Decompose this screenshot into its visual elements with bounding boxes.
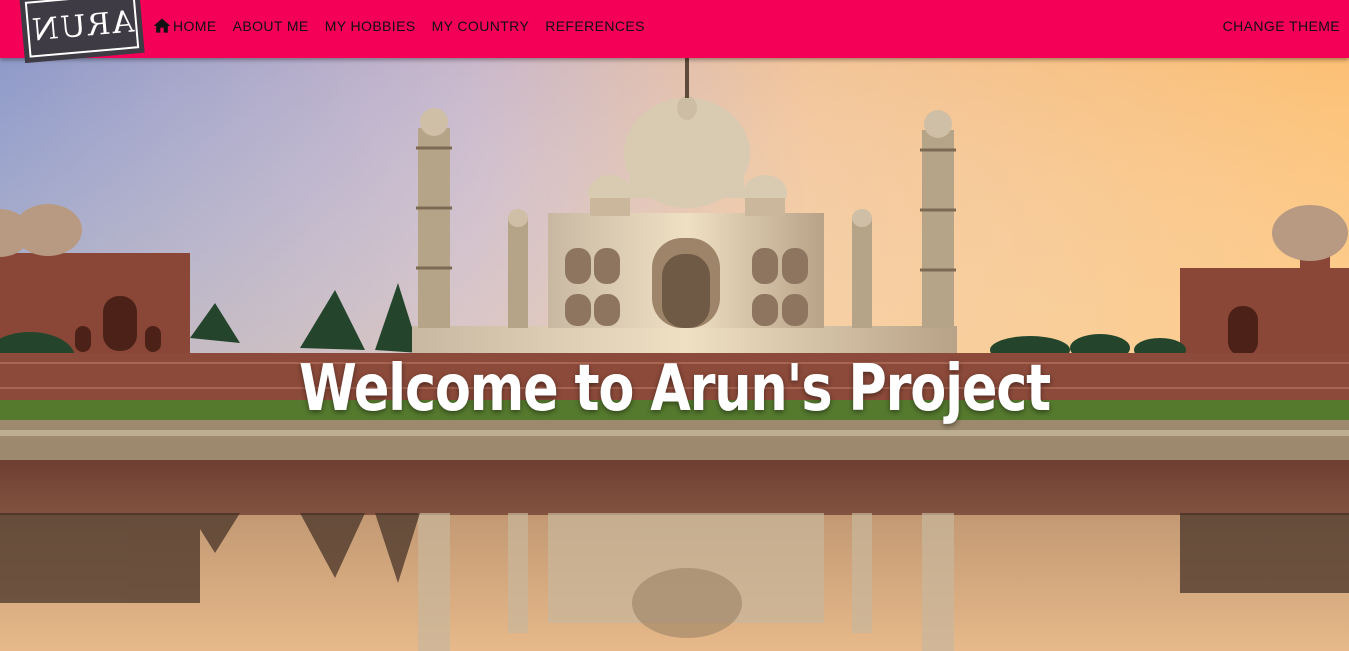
nav-about-me-label: ABOUT ME: [232, 18, 309, 34]
main-nav: HOME ABOUT ME MY HOBBIES MY COUNTRY REFE…: [152, 0, 653, 52]
home-icon: [152, 16, 172, 36]
nav-my-hobbies[interactable]: MY HOBBIES: [317, 8, 424, 44]
change-theme-button[interactable]: CHANGE THEME: [1223, 8, 1340, 44]
nav-my-country-label: MY COUNTRY: [431, 18, 530, 34]
nav-references-label: REFERENCES: [545, 18, 645, 34]
hero-banner: Welcome to Arun's Project: [0, 58, 1349, 651]
hero-title: Welcome to Arun's Project: [299, 352, 1051, 426]
nav-about-me[interactable]: ABOUT ME: [225, 8, 317, 44]
site-logo[interactable]: ARUN: [17, 0, 147, 65]
top-app-bar: ARUN HOME ABOUT ME MY HOBBIES MY COUNTRY…: [0, 0, 1349, 64]
nav-home-label: HOME: [173, 18, 217, 34]
nav-my-hobbies-label: MY HOBBIES: [324, 18, 416, 34]
nav-home[interactable]: HOME: [152, 8, 225, 44]
nav-references[interactable]: REFERENCES: [537, 8, 653, 44]
nav-my-country[interactable]: MY COUNTRY: [424, 8, 538, 44]
